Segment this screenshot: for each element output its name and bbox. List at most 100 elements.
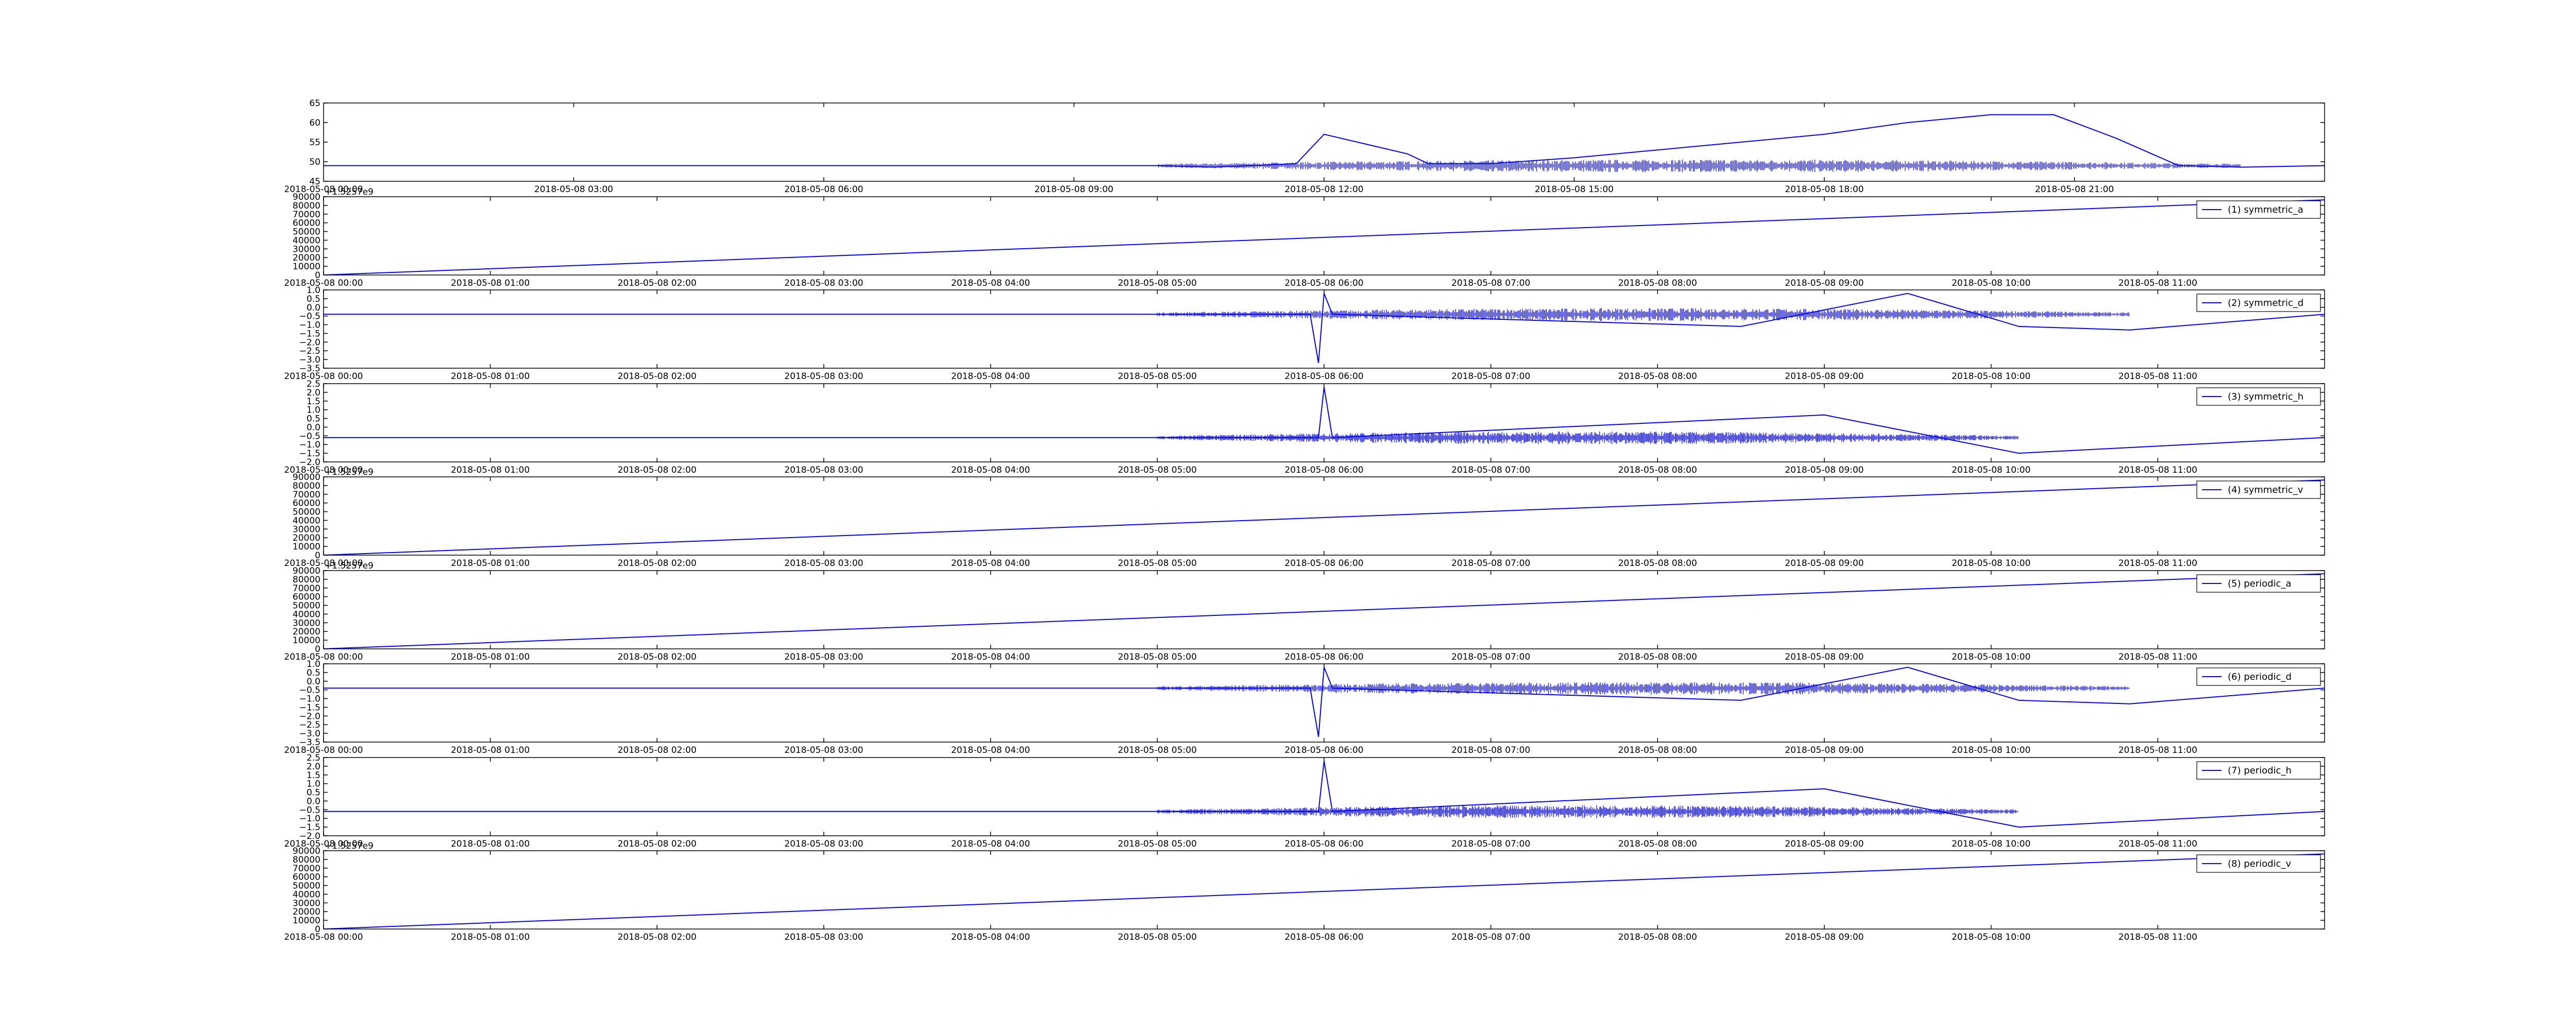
y-tick-label: 50 bbox=[309, 157, 320, 167]
x-tick-label: 2018-05-08 08:00 bbox=[1618, 558, 1697, 569]
x-tick-label: 2018-05-08 06:00 bbox=[1284, 839, 1363, 849]
x-tick-label: 2018-05-08 07:00 bbox=[1451, 371, 1530, 382]
legend-label: (8) periodic_v bbox=[2228, 858, 2291, 869]
x-tick-label: 2018-05-08 05:00 bbox=[1118, 932, 1197, 942]
legend: (6) periodic_d bbox=[2196, 667, 2321, 686]
y-tick-label: 2.5 bbox=[307, 753, 320, 763]
x-tick-label: 2018-05-08 11:00 bbox=[2119, 652, 2197, 662]
x-tick-label: 2018-05-08 03:00 bbox=[784, 465, 863, 475]
x-tick-label: 2018-05-08 12:00 bbox=[1284, 184, 1363, 195]
x-tick-label: 2018-05-08 05:00 bbox=[1118, 745, 1197, 755]
x-tick-label: 2018-05-08 01:00 bbox=[451, 932, 530, 942]
x-tick-label: 2018-05-08 03:00 bbox=[784, 652, 863, 662]
x-tick-label: 2018-05-08 10:00 bbox=[1952, 652, 2030, 662]
x-tick-label: 2018-05-08 09:00 bbox=[1785, 278, 1863, 288]
x-tick-label: 2018-05-08 03:00 bbox=[534, 184, 613, 195]
x-tick-label: 2018-05-08 11:00 bbox=[2119, 932, 2197, 942]
x-tick-label: 2018-05-08 08:00 bbox=[1618, 652, 1697, 662]
x-tick-label: 2018-05-08 01:00 bbox=[451, 278, 530, 288]
figure-canvas: 45505560652018-05-08 03:00 2018-05-08 06:… bbox=[0, 0, 2576, 1030]
x-tick-label: 2018-05-08 08:00 bbox=[1618, 839, 1697, 849]
x-tick-label: 2018-05-08 06:00 bbox=[1284, 652, 1363, 662]
y-tick-label: 90000 bbox=[293, 566, 320, 576]
y-tick-label: 90000 bbox=[293, 472, 320, 483]
legend-label: (6) periodic_d bbox=[2228, 672, 2292, 682]
x-tick-label: 2018-05-08 04:00 bbox=[951, 932, 1030, 942]
x-tick-label: 2018-05-08 10:00 bbox=[1952, 745, 2030, 755]
x-tick-label: 2018-05-08 04:00 bbox=[951, 558, 1030, 569]
x-tick-label: 2018-05-08 11:00 bbox=[2119, 745, 2197, 755]
x-tick-label: 2018-05-08 06:00 bbox=[1284, 558, 1363, 569]
x-tick-label: 2018-05-08 08:00 bbox=[1618, 371, 1697, 382]
x-tick-label: 2018-05-08 00:00 bbox=[284, 745, 363, 755]
x-tick-label: 2018-05-08 02:00 bbox=[618, 652, 697, 662]
legend: (3) symmetric_h bbox=[2196, 387, 2321, 406]
x-tick-label: 2018-05-08 11:00 bbox=[2119, 465, 2197, 475]
x-tick-label: 2018-05-08 09:00 bbox=[1785, 558, 1863, 569]
legend: (2) symmetric_d bbox=[2196, 294, 2321, 312]
x-tick-label: 2018-05-08 01:00 bbox=[451, 652, 530, 662]
x-tick-label: 2018-05-08 08:00 bbox=[1618, 745, 1697, 755]
legend-label: (4) symmetric_v bbox=[2228, 485, 2303, 495]
x-tick-label: 2018-05-08 09:00 bbox=[1785, 839, 1863, 849]
x-tick-label: 2018-05-08 09:00 bbox=[1785, 371, 1863, 382]
x-tick-label: 2018-05-08 10:00 bbox=[1952, 932, 2030, 942]
legend-label: (3) symmetric_h bbox=[2228, 391, 2303, 402]
y-tick-label: 60 bbox=[309, 118, 320, 128]
x-tick-label: 2018-05-08 06:00 bbox=[1284, 278, 1363, 288]
x-tick-label: 2018-05-08 11:00 bbox=[2119, 278, 2197, 288]
x-tick-label: 2018-05-08 05:00 bbox=[1118, 652, 1197, 662]
x-tick-label: 2018-05-08 00:00 bbox=[284, 278, 363, 288]
legend: (4) symmetric_v bbox=[2196, 480, 2321, 499]
y-tick-label: 90000 bbox=[293, 192, 320, 202]
x-tick-label: 2018-05-08 07:00 bbox=[1451, 745, 1530, 755]
x-tick-label: 2018-05-08 06:00 bbox=[1284, 465, 1363, 475]
x-tick-label: 2018-05-08 10:00 bbox=[1952, 839, 2030, 849]
x-tick-label: 2018-05-08 07:00 bbox=[1451, 839, 1530, 849]
x-tick-label: 2018-05-08 11:00 bbox=[2119, 839, 2197, 849]
x-tick-label: 2018-05-08 09:00 bbox=[1035, 184, 1113, 195]
x-tick-label: 2018-05-08 07:00 bbox=[1451, 278, 1530, 288]
x-tick-label: 2018-05-08 08:00 bbox=[1618, 465, 1697, 475]
y-tick-label: 1.0 bbox=[307, 285, 320, 296]
x-tick-label: 2018-05-08 02:00 bbox=[618, 839, 697, 849]
y-offset-label: +1.5257e9 bbox=[325, 187, 374, 197]
x-tick-label: 2018-05-08 06:00 bbox=[784, 184, 863, 195]
legend-label: (2) symmetric_d bbox=[2228, 298, 2303, 308]
x-tick-label: 2018-05-08 02:00 bbox=[618, 278, 697, 288]
x-tick-label: 2018-05-08 00:00 bbox=[284, 652, 363, 662]
y-offset-label: +1.5257e9 bbox=[325, 467, 374, 477]
figure-background bbox=[0, 0, 2576, 1030]
x-tick-label: 2018-05-08 01:00 bbox=[451, 465, 530, 475]
y-tick-label: 1.0 bbox=[307, 659, 320, 669]
x-tick-label: 2018-05-08 06:00 bbox=[1284, 745, 1363, 755]
x-tick-label: 2018-05-08 04:00 bbox=[951, 371, 1030, 382]
legend: (5) periodic_a bbox=[2196, 574, 2321, 593]
x-tick-label: 2018-05-08 09:00 bbox=[1785, 652, 1863, 662]
x-tick-label: 2018-05-08 02:00 bbox=[618, 371, 697, 382]
x-tick-label: 2018-05-08 03:00 bbox=[784, 371, 863, 382]
x-tick-label: 2018-05-08 02:00 bbox=[618, 465, 697, 475]
legend-label: (1) symmetric_a bbox=[2228, 204, 2303, 215]
x-tick-label: 2018-05-08 21:00 bbox=[2035, 184, 2114, 195]
x-tick-label: 2018-05-08 05:00 bbox=[1118, 278, 1197, 288]
x-tick-label: 2018-05-08 11:00 bbox=[2119, 371, 2197, 382]
x-tick-label: 2018-05-08 06:00 bbox=[1284, 932, 1363, 942]
legend-label: (7) periodic_h bbox=[2228, 765, 2292, 776]
x-tick-label: 2018-05-08 06:00 bbox=[1284, 371, 1363, 382]
x-tick-label: 2018-05-08 15:00 bbox=[1535, 184, 1614, 195]
x-tick-label: 2018-05-08 09:00 bbox=[1785, 745, 1863, 755]
x-tick-label: 2018-05-08 04:00 bbox=[951, 278, 1030, 288]
x-tick-label: 2018-05-08 01:00 bbox=[451, 558, 530, 569]
x-tick-label: 2018-05-08 10:00 bbox=[1952, 278, 2030, 288]
y-tick-label: 65 bbox=[309, 98, 320, 109]
x-tick-label: 2018-05-08 04:00 bbox=[951, 839, 1030, 849]
x-tick-label: 2018-05-08 10:00 bbox=[1952, 558, 2030, 569]
legend: (8) periodic_v bbox=[2196, 854, 2321, 873]
x-tick-label: 2018-05-08 08:00 bbox=[1618, 278, 1697, 288]
y-tick-label: 90000 bbox=[293, 846, 320, 856]
x-tick-label: 2018-05-08 10:00 bbox=[1952, 465, 2030, 475]
x-tick-label: 2018-05-08 04:00 bbox=[951, 652, 1030, 662]
legend: (7) periodic_h bbox=[2196, 761, 2321, 780]
x-tick-label: 2018-05-08 03:00 bbox=[784, 839, 863, 849]
